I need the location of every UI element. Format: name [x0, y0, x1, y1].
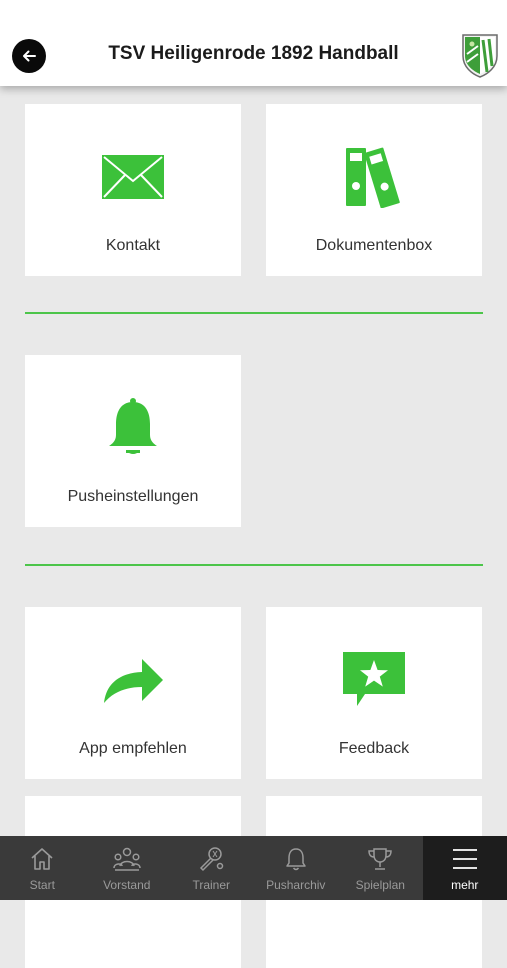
- share-arrow-icon: [102, 655, 164, 705]
- trophy-icon: [367, 846, 393, 872]
- envelope-icon: [102, 155, 164, 199]
- tab-spielplan[interactable]: Spielplan: [338, 836, 423, 900]
- tab-pusharchiv[interactable]: Pusharchiv: [254, 836, 339, 900]
- bell-outline-icon: [284, 846, 308, 872]
- tile-label: Pusheinstellungen: [25, 488, 241, 506]
- tile-label: Dokumentenbox: [266, 237, 482, 255]
- back-button[interactable]: [12, 39, 46, 73]
- tile-label: Kontakt: [25, 237, 241, 255]
- tab-label: Spielplan: [338, 878, 423, 892]
- tab-label: Vorstand: [85, 878, 170, 892]
- binders-icon: [344, 146, 404, 208]
- tile-kontakt[interactable]: Kontakt: [25, 104, 241, 276]
- star-speech-bubble-icon: [343, 652, 405, 708]
- section-divider: [25, 564, 483, 566]
- arrow-left-icon: [21, 48, 37, 64]
- tile-label: Feedback: [266, 740, 482, 758]
- tab-mehr[interactable]: mehr: [423, 836, 507, 900]
- whistle-icon: [198, 846, 224, 872]
- tab-start[interactable]: Start: [0, 836, 85, 900]
- bell-icon: [106, 397, 160, 459]
- tab-label: Trainer: [169, 878, 254, 892]
- tile-feedback[interactable]: Feedback: [266, 607, 482, 779]
- tile-pusheinstellungen[interactable]: Pusheinstellungen: [25, 355, 241, 527]
- group-icon: [113, 846, 141, 872]
- app-header: TSV Heiligenrode 1892 Handball: [0, 0, 507, 86]
- home-icon: [29, 846, 55, 872]
- menu-icon: [451, 846, 479, 872]
- tab-label: Pusharchiv: [254, 878, 339, 892]
- tile-dokumentenbox[interactable]: Dokumentenbox: [266, 104, 482, 276]
- tab-trainer[interactable]: Trainer: [169, 836, 254, 900]
- section-divider: [25, 312, 483, 314]
- tile-label: App empfehlen: [25, 740, 241, 758]
- page-title: TSV Heiligenrode 1892 Handball: [60, 43, 447, 65]
- club-crest-logo: [461, 32, 499, 78]
- bottom-tab-bar: Start Vorstand Trainer: [0, 836, 507, 900]
- tab-vorstand[interactable]: Vorstand: [85, 836, 170, 900]
- tab-label: Start: [0, 878, 85, 892]
- tab-label: mehr: [423, 878, 507, 892]
- tile-app-empfehlen[interactable]: App empfehlen: [25, 607, 241, 779]
